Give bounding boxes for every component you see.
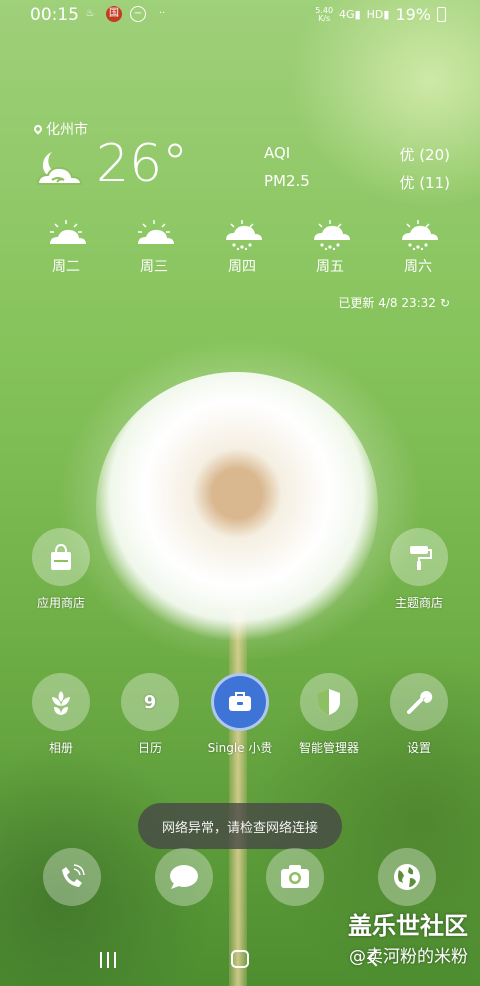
calendar-app[interactable]: 9 日历: [105, 673, 195, 756]
cloudy-sun-icon: [138, 220, 174, 244]
signal-hd-icon: HD▮: [366, 8, 390, 21]
notification-icons: ♨ 国 − ··: [82, 6, 170, 22]
settings-icon-bg: [390, 673, 448, 731]
camera-icon: [281, 865, 309, 888]
current-temperature: 26°: [96, 134, 189, 194]
wrench-icon: [407, 691, 433, 714]
back-button[interactable]: [367, 949, 385, 967]
status-bar: 00:15 ♨ 国 − ·· 5.40 K/s 4G▮ HD▮ 19%: [0, 0, 480, 30]
globe-icon: [394, 864, 420, 890]
forecast-day-label: 周三: [140, 259, 168, 275]
camera-app[interactable]: [266, 848, 324, 906]
phone-app[interactable]: [43, 848, 101, 906]
app-label: 相册: [48, 741, 73, 755]
theme-store-app[interactable]: 主题商店: [374, 528, 464, 611]
location-pin-icon: [32, 123, 44, 135]
forecast-day-label: 周五: [316, 259, 344, 275]
app-label: 日历: [137, 741, 162, 755]
forecast-day-label: 周二: [52, 259, 80, 275]
weather-widget[interactable]: 化州市 26° AQI 优 (20) PM2.5 优 (11) 周二 周三 周四…: [0, 110, 480, 320]
app-store-icon-bg: [32, 528, 90, 586]
location-name: 化州市: [46, 122, 88, 138]
browser-app[interactable]: [378, 848, 436, 906]
gallery-icon-bg: [32, 673, 90, 731]
signal-4g-icon: 4G▮: [339, 8, 361, 21]
battery-icon: [437, 7, 446, 22]
messages-app[interactable]: [155, 848, 213, 906]
location: 化州市: [32, 119, 88, 139]
rain-icon: [402, 220, 438, 250]
paint-roller-icon: [410, 546, 432, 570]
app-label: 应用商店: [36, 596, 85, 610]
cloudy-moon-icon: [36, 152, 83, 185]
message-bubble-icon: [170, 865, 198, 889]
app-label: 智能管理器: [298, 741, 359, 755]
network-error-toast: 网络异常，请检查网络连接: [138, 803, 342, 849]
theme-store-icon-bg: [390, 528, 448, 586]
rain-icon: [226, 220, 262, 250]
updated-time[interactable]: 已更新 4/8 23:32 ↻: [338, 294, 450, 311]
rain-icon: [314, 220, 350, 250]
cloudy-sun-icon: [50, 220, 86, 244]
battery-percent: 19%: [395, 5, 431, 24]
phone-icon: [62, 864, 85, 887]
recents-button[interactable]: [100, 952, 116, 968]
forecast-day: 周二: [22, 218, 110, 276]
pm25-label: PM2.5: [264, 172, 310, 190]
navigation-bar: [0, 938, 480, 986]
aqi-label: AQI: [264, 144, 291, 162]
forecast-day: 周三: [110, 218, 198, 276]
forecast-day-label: 周六: [404, 259, 432, 275]
smart-manager-app[interactable]: 智能管理器: [284, 673, 374, 756]
single-icon-bg: [211, 673, 269, 731]
forecast-day: 周六: [374, 218, 462, 276]
app-label: Single 小贵: [207, 741, 273, 755]
forecast-day-label: 周四: [228, 259, 256, 275]
more-notifications-icon: ··: [158, 8, 166, 19]
settings-app[interactable]: 设置: [374, 673, 464, 756]
calendar-icon-bg: 9: [121, 673, 179, 731]
red-app-notification-icon: 国: [106, 6, 122, 22]
watermark-title: 盖乐世社区: [348, 912, 468, 940]
aqi-value: 优 (20): [399, 146, 450, 164]
app-label: 设置: [406, 741, 431, 755]
dandelion-image: [96, 372, 378, 642]
single-app[interactable]: Single 小贵: [195, 673, 285, 756]
app-store-app[interactable]: 应用商店: [16, 528, 106, 611]
forecast-day: 周五: [286, 218, 374, 276]
shield-icon: [318, 689, 340, 715]
refresh-icon[interactable]: ↻: [440, 296, 450, 310]
app-label: 主题商店: [394, 596, 443, 610]
gallery-app[interactable]: 相册: [16, 673, 106, 756]
forecast-row: 周二 周三 周四 周五 周六: [22, 218, 462, 276]
flower-icon: [52, 691, 70, 715]
dandelion-stem: [229, 610, 247, 986]
do-not-disturb-icon: −: [130, 6, 146, 22]
pm25-value: 优 (11): [399, 174, 450, 192]
app-notification-icon: ♨: [85, 8, 95, 19]
calendar-day: 9: [143, 691, 157, 713]
network-speed: 5.40 K/s: [315, 5, 334, 23]
system-status-icons: 5.40 K/s 4G▮ HD▮ 19%: [315, 5, 446, 24]
clock: 00:15: [30, 5, 79, 25]
forecast-day: 周四: [198, 218, 286, 276]
home-button[interactable]: [231, 950, 249, 968]
briefcase-icon: [229, 692, 251, 711]
shopping-bag-icon: [51, 543, 71, 570]
smart-manager-icon-bg: [300, 673, 358, 731]
